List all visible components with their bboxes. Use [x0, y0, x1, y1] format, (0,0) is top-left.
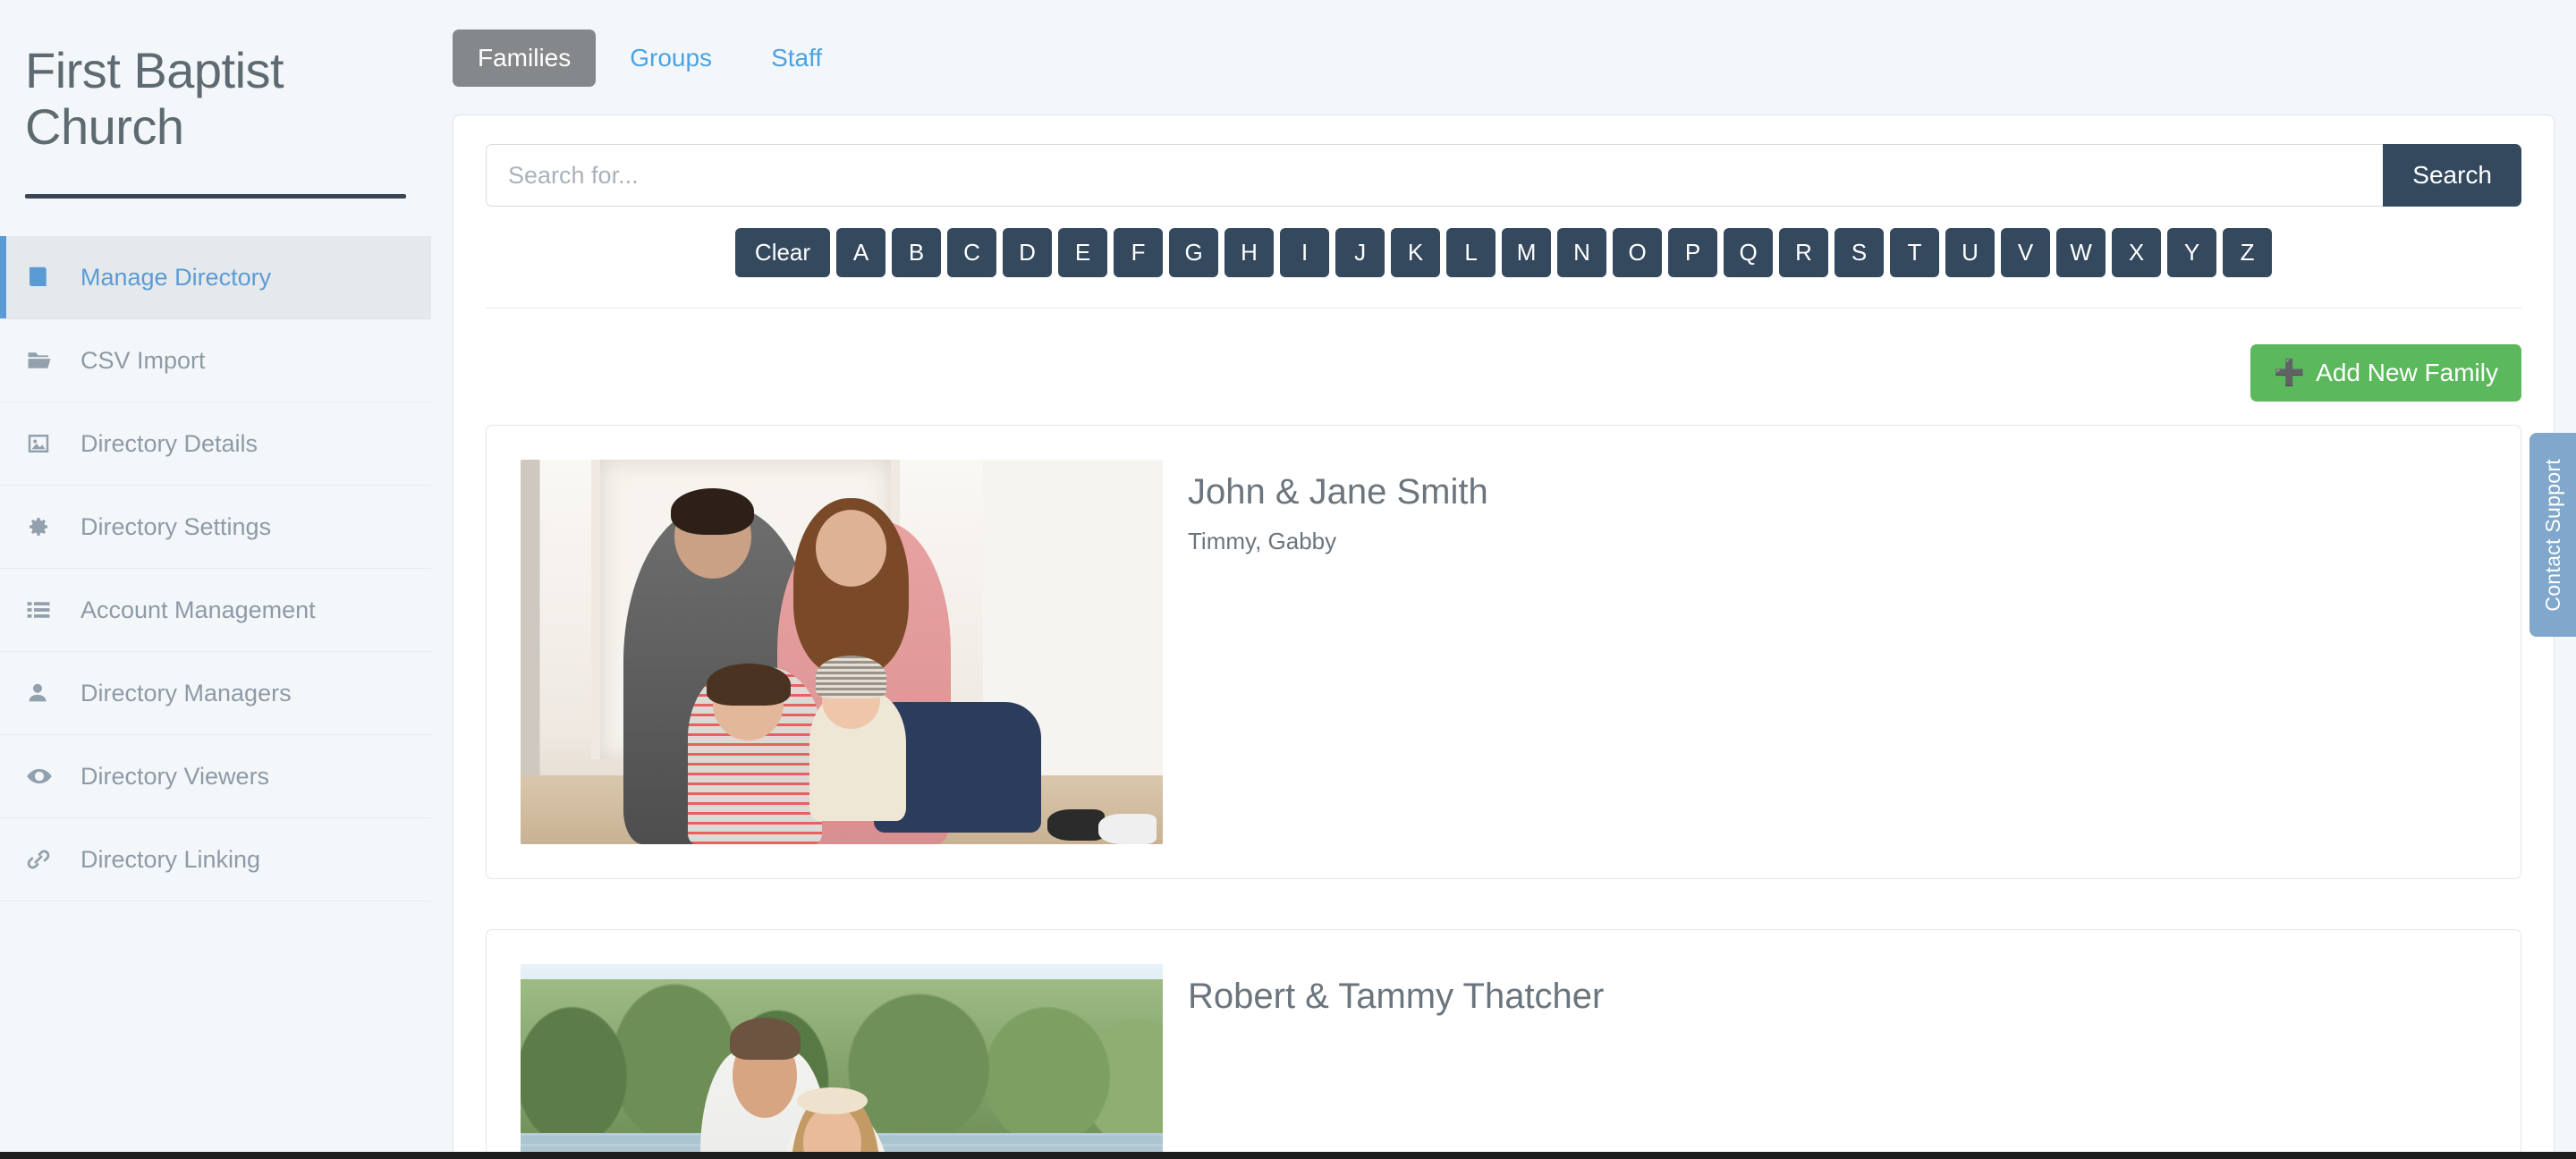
filter-letter-b[interactable]: B [892, 228, 942, 277]
sidebar-item-label: Directory Linking [80, 845, 261, 873]
list-icon [25, 596, 66, 623]
filter-clear-button[interactable]: Clear [734, 228, 831, 277]
filter-letter-i[interactable]: I [1280, 228, 1330, 277]
family-card[interactable]: John & Jane Smith Timmy, Gabby [486, 425, 2521, 879]
sidebar-item-directory-linking[interactable]: Directory Linking [0, 818, 431, 902]
filter-letter-q[interactable]: Q [1724, 228, 1774, 277]
filter-letter-v[interactable]: V [2001, 228, 2051, 277]
brand-divider [25, 194, 406, 199]
image-icon [25, 430, 66, 457]
filter-letter-e[interactable]: E [1058, 228, 1108, 277]
directory-panel: Search Clear A B C D E F G H I J K L M N… [453, 114, 2555, 1159]
family-name: John & Jane Smith [1188, 472, 1488, 512]
sidebar-nav: Manage Directory CSV Import Directory De… [0, 236, 431, 902]
book-icon [25, 264, 66, 291]
filter-letter-s[interactable]: S [1835, 228, 1885, 277]
filter-letter-z[interactable]: Z [2223, 228, 2273, 277]
contact-support-tab[interactable]: Contact Support [2529, 433, 2576, 637]
app-root: First Baptist Church Manage Directory CS… [0, 0, 2576, 1159]
filter-letter-t[interactable]: T [1890, 228, 1940, 277]
filter-letter-y[interactable]: Y [2167, 228, 2217, 277]
folder-open-icon [25, 347, 66, 374]
filter-letter-d[interactable]: D [1003, 228, 1053, 277]
tab-families[interactable]: Families [453, 30, 597, 87]
search-input[interactable] [486, 144, 2384, 207]
filter-letter-x[interactable]: X [2112, 228, 2162, 277]
sidebar-item-label: Directory Details [80, 429, 258, 457]
sidebar-item-csv-import[interactable]: CSV Import [0, 319, 431, 403]
filter-letter-n[interactable]: N [1557, 228, 1607, 277]
filter-letter-m[interactable]: M [1502, 228, 1552, 277]
tab-bar: Families Groups Staff [453, 25, 2555, 91]
main-content: Families Groups Staff Search Clear A B C… [431, 0, 2576, 1159]
family-card[interactable]: Robert & Tammy Thatcher [486, 929, 2521, 1159]
filter-letter-u[interactable]: U [1945, 228, 1996, 277]
search-bar: Search [486, 144, 2521, 207]
bottom-bar [0, 1152, 2576, 1159]
alphabet-filter: Clear A B C D E F G H I J K L M N O P Q … [486, 228, 2521, 309]
filter-letter-k[interactable]: K [1391, 228, 1441, 277]
eye-icon [25, 763, 66, 790]
filter-letter-l[interactable]: L [1446, 228, 1496, 277]
sidebar-item-directory-settings[interactable]: Directory Settings [0, 486, 431, 570]
sidebar: First Baptist Church Manage Directory CS… [0, 0, 431, 1159]
sidebar-item-label: Directory Viewers [80, 762, 270, 790]
tab-staff[interactable]: Staff [746, 30, 847, 87]
gear-icon [25, 513, 66, 540]
page-title: First Baptist Church [25, 42, 284, 155]
sidebar-item-account-management[interactable]: Account Management [0, 569, 431, 653]
add-new-family-button[interactable]: ➕ Add New Family [2250, 344, 2521, 402]
family-photo [521, 460, 1163, 844]
family-children: Timmy, Gabby [1188, 528, 1337, 554]
filter-letter-o[interactable]: O [1613, 228, 1663, 277]
family-name: Robert & Tammy Thatcher [1188, 977, 1605, 1016]
sidebar-item-directory-details[interactable]: Directory Details [0, 402, 431, 486]
sidebar-item-directory-managers[interactable]: Directory Managers [0, 652, 431, 736]
sidebar-item-label: Directory Settings [80, 512, 272, 540]
filter-letter-r[interactable]: R [1779, 228, 1829, 277]
filter-letter-g[interactable]: G [1169, 228, 1219, 277]
sidebar-item-manage-directory[interactable]: Manage Directory [0, 236, 431, 320]
link-icon [25, 846, 66, 873]
plus-icon: ➕ [2274, 359, 2306, 386]
add-new-family-label: Add New Family [2316, 359, 2498, 386]
filter-letter-f[interactable]: F [1114, 228, 1164, 277]
filter-letter-a[interactable]: A [836, 228, 886, 277]
filter-letter-p[interactable]: P [1668, 228, 1718, 277]
sidebar-item-directory-viewers[interactable]: Directory Viewers [0, 735, 431, 819]
sidebar-item-label: Directory Managers [80, 679, 292, 706]
filter-letter-h[interactable]: H [1224, 228, 1275, 277]
family-info: Robert & Tammy Thatcher [1163, 964, 1604, 1159]
add-family-row: ➕ Add New Family [486, 309, 2521, 425]
filter-letter-c[interactable]: C [947, 228, 997, 277]
user-icon [25, 680, 66, 706]
search-button[interactable]: Search [2383, 144, 2521, 207]
filter-letter-w[interactable]: W [2056, 228, 2106, 277]
family-info: John & Jane Smith Timmy, Gabby [1163, 460, 1488, 844]
family-photo [521, 964, 1163, 1159]
tab-groups[interactable]: Groups [605, 30, 737, 87]
sidebar-item-label: Manage Directory [80, 263, 272, 291]
contact-support-label: Contact Support [2540, 458, 2564, 612]
sidebar-item-label: CSV Import [80, 346, 206, 374]
filter-letter-j[interactable]: J [1335, 228, 1385, 277]
sidebar-item-label: Account Management [80, 596, 316, 623]
